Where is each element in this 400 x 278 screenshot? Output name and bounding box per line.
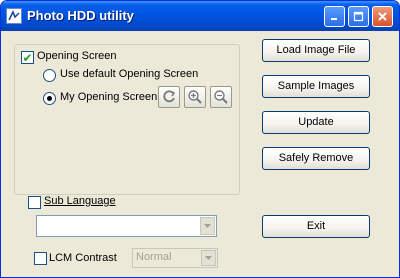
rotate-icon <box>163 90 176 103</box>
minimize-icon <box>331 18 337 20</box>
sub-language-checkbox[interactable] <box>28 196 41 209</box>
app-window: Photo HDD utility ✔ Opening Screen Use d… <box>0 0 400 278</box>
opening-screen-checkbox[interactable]: ✔ <box>21 51 34 64</box>
zoom-out-icon <box>214 90 228 104</box>
default-opening-screen-label: Use default Opening Screen <box>60 68 199 80</box>
my-opening-screen-label: My Opening Screen <box>60 91 158 103</box>
rotate-button[interactable] <box>158 86 180 108</box>
opening-screen-group <box>14 44 240 195</box>
load-image-file-button[interactable]: Load Image File <box>262 39 370 62</box>
lcm-contrast-dropdown[interactable]: Normal <box>132 248 218 268</box>
chevron-down-icon <box>201 250 216 266</box>
update-button[interactable]: Update <box>262 111 370 134</box>
maximize-button[interactable] <box>348 6 369 27</box>
sub-language-dropdown[interactable] <box>36 215 217 237</box>
default-opening-screen-radio[interactable] <box>43 69 56 82</box>
zoom-in-icon <box>188 90 202 104</box>
safely-remove-button[interactable]: Safely Remove <box>262 147 370 170</box>
close-icon <box>378 12 387 21</box>
zoom-in-button[interactable] <box>184 86 206 108</box>
close-button[interactable] <box>372 6 393 27</box>
opening-screen-label: Opening Screen <box>37 50 117 62</box>
zoom-out-button[interactable] <box>210 86 232 108</box>
window-title: Photo HDD utility <box>27 8 134 23</box>
maximize-icon <box>353 11 364 22</box>
dialog-body: ✔ Opening Screen Use default Opening Scr… <box>4 31 396 275</box>
sub-language-label: Sub Language <box>44 195 116 207</box>
lcm-contrast-label: LCM Contrast <box>49 252 117 264</box>
lcm-contrast-checkbox[interactable] <box>34 252 47 265</box>
chevron-down-icon <box>200 217 215 235</box>
app-icon <box>6 8 22 24</box>
lcm-contrast-value: Normal <box>136 251 172 263</box>
my-opening-screen-radio[interactable] <box>43 92 56 105</box>
title-bar[interactable]: Photo HDD utility <box>1 1 399 31</box>
sample-images-button[interactable]: Sample Images <box>262 75 370 98</box>
exit-button[interactable]: Exit <box>262 215 370 238</box>
minimize-button[interactable] <box>324 6 345 27</box>
